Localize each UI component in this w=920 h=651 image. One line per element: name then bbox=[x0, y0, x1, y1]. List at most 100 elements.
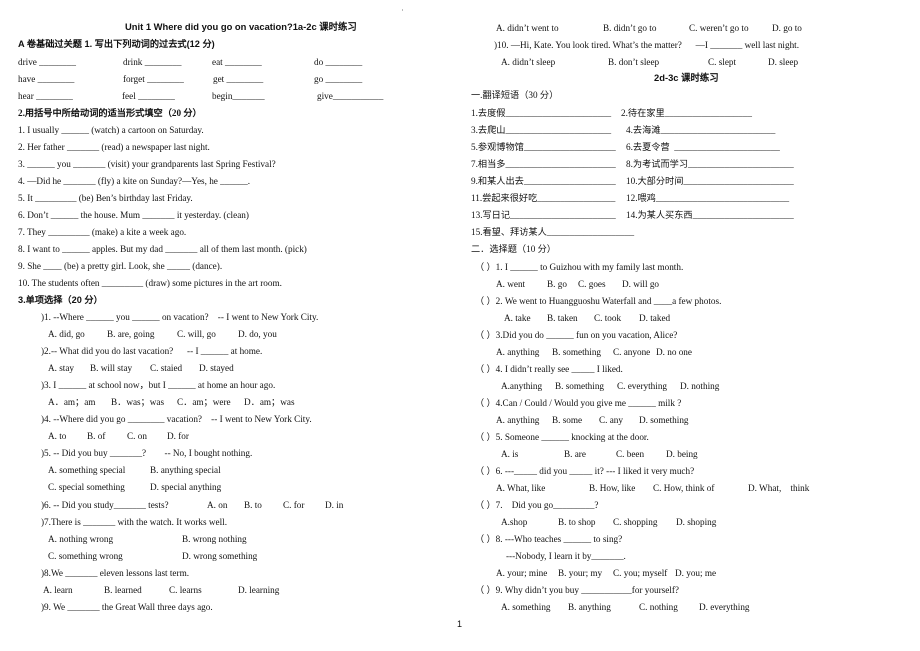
question-stem[interactable]: （ ）4.Can / Could / Would you give me ___… bbox=[475, 397, 681, 409]
answer-option: A.anything bbox=[501, 381, 543, 391]
question-stem: )7.There is _______ with the watch. It w… bbox=[41, 517, 228, 527]
translate-item: 10.大部分时间________________________ bbox=[626, 176, 794, 186]
answer-option: B. your; my bbox=[558, 568, 603, 578]
answer-option: B. something bbox=[555, 381, 605, 391]
answer-option: D. being bbox=[666, 449, 698, 459]
answer-option: C．am；were bbox=[177, 397, 231, 407]
answer-option: D. taked bbox=[639, 313, 671, 323]
answer-option: B. are, going bbox=[107, 329, 155, 339]
question-stem[interactable]: （ ）6. ---_____ did you _____ it? --- I l… bbox=[475, 465, 694, 477]
answer-option: A. is bbox=[501, 449, 519, 459]
answer-option: A. to bbox=[48, 431, 67, 441]
question-stem[interactable]: （ ）3.Did you do ______ fun on you vacati… bbox=[475, 329, 677, 341]
answer-option: B. anything bbox=[568, 602, 611, 612]
answer-option: C. been bbox=[616, 449, 645, 459]
right-title: 2d-3c 课时练习 bbox=[654, 72, 719, 83]
question-stem: )8.We _______ eleven lessons last term. bbox=[41, 568, 190, 578]
question-stem[interactable]: （ ）9. Why didn’t you buy ___________for … bbox=[475, 584, 679, 596]
verb-blank: hear ________ bbox=[18, 91, 73, 101]
question-stem[interactable]: （ ）2. We went to Huangguoshu Waterfall a… bbox=[475, 295, 721, 307]
answer-option: A. on bbox=[207, 500, 228, 510]
question-stem[interactable]: （ ）4. I didn’t really see _____ I liked. bbox=[475, 363, 623, 375]
answer-option: B. will stay bbox=[90, 363, 133, 373]
verb-blank: have ________ bbox=[18, 74, 75, 84]
answer-option: B. How, like bbox=[589, 483, 636, 493]
question-stem: )3. I ______ at school now，but I ______ … bbox=[41, 380, 276, 390]
fill-blank-item: 2. Her father _______ (read) a newspaper… bbox=[18, 142, 210, 152]
translate-item: 12.喂鸡_____________________________ bbox=[626, 193, 790, 203]
fill-blank-item: 9. She ____ (be) a pretty girl. Look, sh… bbox=[18, 261, 223, 271]
answer-option: D. nothing bbox=[680, 381, 720, 391]
question-stem: )9. We _______ the Great Wall three days… bbox=[41, 602, 213, 612]
answer-option: B. to shop bbox=[558, 517, 596, 527]
verb-blank: go ________ bbox=[314, 74, 363, 84]
answer-option: D. you; me bbox=[675, 568, 717, 578]
answer-option: B. didn’t go to bbox=[603, 23, 657, 33]
answer-option: A. take bbox=[504, 313, 531, 323]
answer-option: C. everything bbox=[617, 381, 668, 391]
answer-option: C. nothing bbox=[639, 602, 678, 612]
answer-option: A. did, go bbox=[48, 329, 85, 339]
question-stem[interactable]: （ ）5. Someone ______ knocking at the doo… bbox=[475, 431, 649, 443]
answer-option: A. your; mine bbox=[496, 568, 548, 578]
answer-option: A. What, like bbox=[496, 483, 546, 493]
answer-option: A．am；am bbox=[48, 397, 96, 407]
answer-option: D. sleep bbox=[768, 57, 799, 67]
translate-item: 6.去夏令营 _______________________ bbox=[626, 142, 780, 152]
answer-option: C. special something bbox=[48, 482, 125, 492]
answer-option: D. What, think bbox=[748, 483, 810, 493]
verb-blank: begin_______ bbox=[212, 91, 265, 101]
left-title: Unit 1 Where did you go on vacation?1a-2… bbox=[125, 21, 357, 32]
verb-blank: get ________ bbox=[213, 74, 264, 84]
answer-option: D. will go bbox=[622, 279, 660, 289]
answer-option: D. wrong something bbox=[182, 551, 258, 561]
answer-option: D. for bbox=[167, 431, 189, 441]
answer-option: B. are bbox=[564, 449, 586, 459]
answer-option: A. something bbox=[501, 602, 551, 612]
answer-option: A. didn’t went to bbox=[496, 23, 559, 33]
question-stem[interactable]: （ ）8. ---Who teaches ______ to sing? bbox=[475, 533, 622, 545]
question-stem: )4. --Where did you go ________ vacation… bbox=[41, 414, 312, 424]
answer-option: A. something special bbox=[48, 465, 126, 475]
translate-item: 9.和某人出去____________________ bbox=[471, 176, 616, 186]
answer-option: A. nothing wrong bbox=[48, 534, 114, 544]
question-stem: )2.-- What did you do last vacation? -- … bbox=[41, 346, 263, 356]
answer-option: D. in bbox=[325, 500, 344, 510]
question-stem: )5. -- Did you buy _______? -- No, I bou… bbox=[41, 448, 253, 458]
verb-blank: feel ________ bbox=[122, 91, 175, 101]
question-stem[interactable]: （ ）7. Did you go_________? bbox=[475, 499, 599, 511]
answer-option: B．was；was bbox=[111, 397, 165, 407]
answer-option: D. stayed bbox=[199, 363, 234, 373]
answer-option: A. didn’t sleep bbox=[501, 57, 556, 67]
answer-option: B. go bbox=[547, 279, 567, 289]
fill-blank-item: 6. Don’t ______ the house. Mum _______ i… bbox=[18, 210, 249, 220]
translate-item: 1.去度假_______________________ bbox=[471, 108, 612, 118]
answer-option: A. went bbox=[496, 279, 526, 289]
fill-blank-item: 8. I want to ______ apples. But my dad _… bbox=[18, 244, 307, 254]
answer-option: B. anything special bbox=[150, 465, 221, 475]
answer-option: D. do, you bbox=[238, 329, 277, 339]
answer-option: A. anything bbox=[496, 415, 540, 425]
fill-blank-item: 10. The students often _________ (draw) … bbox=[18, 278, 282, 288]
answer-option: D. go to bbox=[772, 23, 802, 33]
translate-heading: 一.翻译短语（30 分） bbox=[471, 90, 559, 100]
worksheet-page: Unit 1 Where did you go on vacation?1a-2… bbox=[0, 0, 920, 651]
answer-option: B. to bbox=[244, 500, 262, 510]
question-stem-continued: ---Nobody, I learn it by_______. bbox=[506, 551, 626, 561]
answer-option: C. shopping bbox=[613, 517, 658, 527]
verb-blank: drive ________ bbox=[18, 57, 76, 67]
question-stem[interactable]: （ ）1. I ______ to Guizhou with my family… bbox=[475, 261, 683, 273]
answer-option: A.shop bbox=[501, 517, 528, 527]
answer-option: C. you; myself bbox=[613, 568, 668, 578]
translate-item: 11.尝起来很好吃_________________ bbox=[471, 193, 616, 203]
translate-item: 4.去海滩_________________________ bbox=[626, 125, 776, 135]
translate-item: 2.待在家里___________________ bbox=[621, 108, 752, 118]
answer-option: C. staied bbox=[150, 363, 183, 373]
translate-item: 14.为某人买东西______________________ bbox=[626, 210, 794, 220]
fill-blank-item: 3. ______ you _______ (visit) your grand… bbox=[18, 159, 276, 169]
answer-option: D. everything bbox=[699, 602, 750, 612]
question-stem: )10. —Hi, Kate. You look tired. What’s t… bbox=[494, 40, 800, 50]
question-stem: )6. -- Did you study_______ tests? bbox=[41, 500, 169, 510]
translate-item: 5.参观博物馆____________________ bbox=[471, 142, 616, 152]
answer-option: D. shoping bbox=[676, 517, 717, 527]
